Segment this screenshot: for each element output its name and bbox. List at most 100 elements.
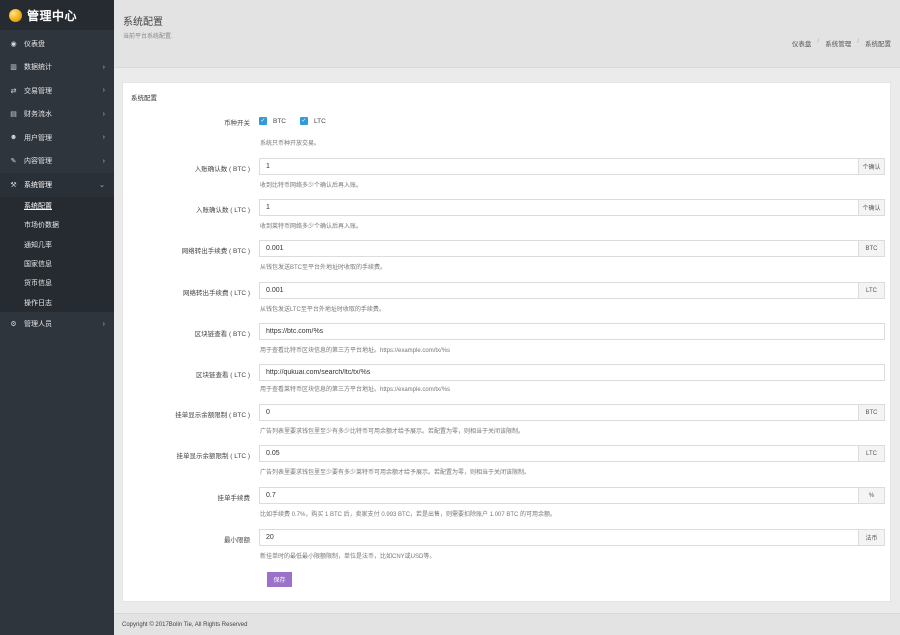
currency-help: 系统只币种开放交易。 xyxy=(260,141,321,147)
ltc-confirm-input[interactable] xyxy=(260,200,858,215)
sidebar-item-statistics[interactable]: ▥ 数据统计 › xyxy=(0,56,114,80)
chevron-right-icon: › xyxy=(102,134,105,142)
sidebar-item-label: 交易管理 xyxy=(24,87,52,95)
btc-fee-input[interactable] xyxy=(260,241,858,256)
btc-explorer-field xyxy=(259,323,885,340)
ltc-confirm-help: 收到莱特币网络多少个确认后再入账。 xyxy=(260,224,363,230)
btc-depth-field: BTC xyxy=(259,404,885,421)
subnav-item-countries[interactable]: 国家信息 xyxy=(0,254,114,273)
min-limit-input[interactable] xyxy=(260,530,858,545)
ltc-explorer-field xyxy=(259,364,885,381)
sidebar-item-content[interactable]: ✎ 内容管理 › xyxy=(0,150,114,174)
sidebar-item-label: 财务流水 xyxy=(24,111,52,119)
btc-fee-help: 从钱包发送BTC至平台外地址时收取的手续费。 xyxy=(260,265,387,271)
btc-confirm-field: 个确认 xyxy=(259,158,885,175)
sidebar-item-trades[interactable]: ⇄ 交易管理 › xyxy=(0,79,114,103)
min-limit-help: 新挂单时的最低最小限额限制，单位是法币，比如CNY或USD等。 xyxy=(260,554,436,560)
ltc-explorer-label: 区块链查看 ( LTC ) xyxy=(195,372,250,379)
main-content: 系统配置 当前平台系统配置. 仪表盘 / 系统管理 / 系统配置 系统配置 币种… xyxy=(114,0,900,635)
btc-explorer-help: 用于查看比特币区块信息的第三方平台地址。https://example.com/… xyxy=(260,348,451,354)
sidebar-nav: ◉ 仪表盘 ▥ 数据统计 › ⇄ 交易管理 › ▤ 财务流水 › ☻ 用户管理 … xyxy=(0,30,114,336)
breadcrumb-separator: / xyxy=(857,38,859,45)
dashboard-icon: ◉ xyxy=(10,40,17,48)
save-button[interactable]: 保存 xyxy=(267,572,292,587)
ltc-depth-input[interactable] xyxy=(260,446,858,461)
chevron-right-icon: › xyxy=(102,320,105,328)
subnav-item-logs[interactable]: 操作日志 xyxy=(0,293,114,312)
ltc-confirm-field: 个确认 xyxy=(259,199,885,216)
wrench-icon: ⚒ xyxy=(10,181,17,189)
chevron-right-icon: › xyxy=(102,110,105,118)
btc-confirm-input[interactable] xyxy=(260,159,858,174)
breadcrumb-item-dashboard[interactable]: 仪表盘 xyxy=(792,38,812,48)
subnav-item-currencies[interactable]: 货币信息 xyxy=(0,274,114,293)
maker-fee-input[interactable] xyxy=(260,488,858,503)
ltc-fee-addon: LTC xyxy=(858,283,884,298)
btc-depth-input[interactable] xyxy=(260,405,858,420)
btc-depth-label: 挂单显示余额限制 ( BTC ) xyxy=(175,412,250,419)
btc-fee-addon: BTC xyxy=(858,241,884,256)
sidebar-item-system[interactable]: ⚒ 系统管理 ⌄ xyxy=(0,173,114,197)
ltc-depth-help: 广告列表里要求钱包里至少要有多少莱特币可用余额才给予展示。若配置为零，则相当于关… xyxy=(260,470,531,476)
panel-title: 系统配置 xyxy=(131,95,157,102)
gears-icon: ⚙ xyxy=(10,321,17,329)
sidebar-item-label: 管理人员 xyxy=(24,321,52,329)
ltc-fee-label: 网络转出手续费 ( LTC ) xyxy=(182,290,250,297)
btc-explorer-label: 区块链查看 ( BTC ) xyxy=(194,331,250,338)
sidebar-item-label: 数据统计 xyxy=(24,64,52,72)
min-limit-addon: 法币 xyxy=(858,530,884,545)
chevron-right-icon: › xyxy=(102,157,105,165)
btc-confirm-addon: 个确认 xyxy=(858,159,884,174)
page-title: 系统配置 xyxy=(123,17,163,28)
sidebar-item-label: 系统管理 xyxy=(24,181,52,189)
ltc-depth-addon: LTC xyxy=(858,446,884,461)
btc-confirm-help: 收到比特币网络多少个确认后再入账。 xyxy=(260,183,363,189)
breadcrumb-item-system[interactable]: 系统管理 xyxy=(825,38,851,48)
brand[interactable]: 管理中心 xyxy=(0,0,114,30)
finance-icon: ▤ xyxy=(10,111,17,119)
btc-checkbox[interactable]: ✓ xyxy=(259,117,267,125)
btc-confirm-label: 入账确认数 ( BTC ) xyxy=(194,166,250,173)
maker-fee-addon: % xyxy=(858,488,884,503)
btc-checkbox-label: BTC xyxy=(273,117,286,125)
footer: Copyright © 2017Bolin Tie, All Rights Re… xyxy=(114,613,900,635)
currency-label: 币种开关 xyxy=(224,120,250,127)
sidebar-item-admins[interactable]: ⚙ 管理人员 › xyxy=(0,312,114,336)
subnav-item-notifications[interactable]: 通知几率 xyxy=(0,235,114,254)
btc-depth-help: 广告列表里要求钱包里至少有多少比特币可用余额才给予展示。若配置为零，则相当于关闭… xyxy=(260,429,525,435)
users-icon: ☻ xyxy=(9,134,18,142)
sidebar-subnav-system: 系统配置 市场价数据 通知几率 国家信息 货币信息 操作日志 xyxy=(0,196,114,313)
breadcrumb: 仪表盘 / 系统管理 / 系统配置 xyxy=(792,38,891,48)
maker-fee-label: 挂单手续费 xyxy=(217,495,251,502)
brand-title: 管理中心 xyxy=(27,8,78,23)
ltc-explorer-input[interactable] xyxy=(260,365,884,380)
chevron-right-icon: › xyxy=(102,87,105,95)
sidebar-item-label: 仪表盘 xyxy=(24,40,45,48)
sidebar-item-dashboard[interactable]: ◉ 仪表盘 xyxy=(0,32,114,56)
btc-fee-label: 网络转出手续费 ( BTC ) xyxy=(181,248,250,255)
ltc-fee-input[interactable] xyxy=(260,283,858,298)
maker-fee-help: 比如手续费 0.7%，购买 1 BTC 后，卖家支付 0.993 BTC，若是出… xyxy=(260,512,557,518)
ltc-depth-label: 挂单显示余额限制 ( LTC ) xyxy=(176,453,250,460)
sidebar-item-label: 内容管理 xyxy=(24,158,52,166)
btc-explorer-input[interactable] xyxy=(260,324,884,339)
content-icon: ✎ xyxy=(10,158,17,166)
btc-fee-field: BTC xyxy=(259,240,885,257)
subnav-item-config[interactable]: 系统配置 xyxy=(0,197,114,216)
ltc-depth-field: LTC xyxy=(259,445,885,462)
min-limit-label: 最小限额 xyxy=(224,537,250,544)
ltc-checkbox-label: LTC xyxy=(314,117,326,125)
logo-icon xyxy=(9,8,22,22)
sidebar-item-users[interactable]: ☻ 用户管理 › xyxy=(0,126,114,150)
sidebar: 管理中心 ◉ 仪表盘 ▥ 数据统计 › ⇄ 交易管理 › ▤ 财务流水 › ☻ … xyxy=(0,0,114,635)
sidebar-item-finance[interactable]: ▤ 财务流水 › xyxy=(0,103,114,127)
sidebar-item-label: 用户管理 xyxy=(24,134,52,142)
ltc-checkbox[interactable]: ✓ xyxy=(300,117,308,125)
btc-depth-addon: BTC xyxy=(858,405,884,420)
ltc-fee-field: LTC xyxy=(259,282,885,299)
chevron-down-icon: ⌄ xyxy=(99,181,105,189)
subnav-item-market-data[interactable]: 市场价数据 xyxy=(0,216,114,235)
copyright-text: Copyright © 2017Bolin Tie, All Rights Re… xyxy=(122,621,248,628)
breadcrumb-item-config: 系统配置 xyxy=(865,41,891,48)
ltc-explorer-help: 用于查看莱特币区块信息的第三方平台地址。https://example.com/… xyxy=(260,387,451,393)
